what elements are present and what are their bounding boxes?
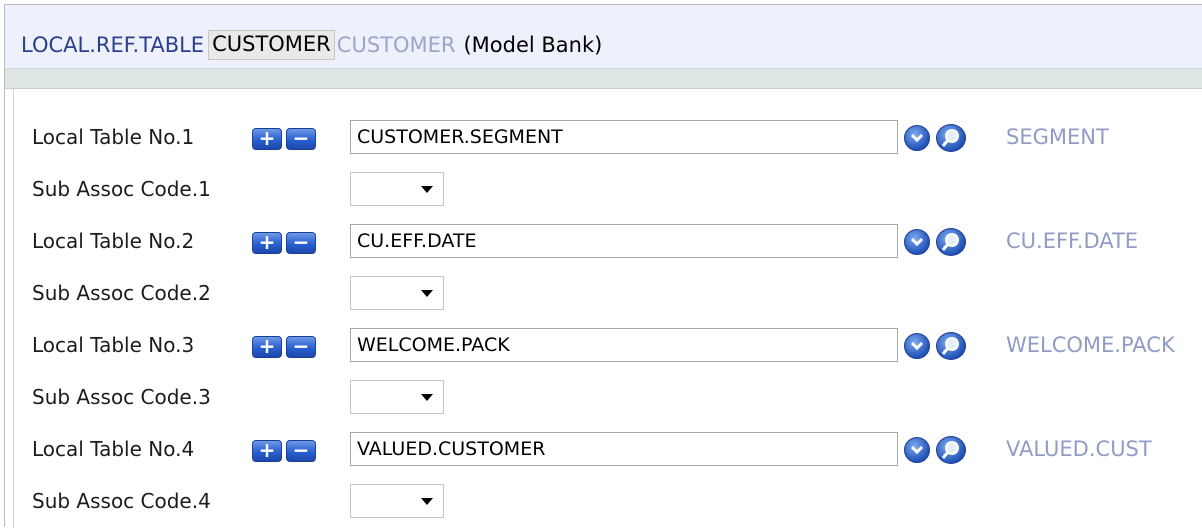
chevron-down-icon <box>421 498 433 505</box>
delete-multivalue-button-2[interactable]: − <box>286 232 316 254</box>
enrichment-text-4: VALUED.CUST <box>1006 437 1152 461</box>
magnifier-icon[interactable] <box>936 228 966 256</box>
chevron-down-icon[interactable] <box>904 229 930 255</box>
local-table-row-2: Local Table No.2 + − CU.EFF.DATE <box>14 222 1202 262</box>
delete-multivalue-button-3[interactable]: − <box>286 336 316 358</box>
sub-assoc-label-2: Sub Assoc Code.2 <box>32 281 211 305</box>
magnifier-icon[interactable] <box>936 436 966 464</box>
sub-assoc-label-1: Sub Assoc Code.1 <box>32 177 211 201</box>
sub-assoc-row-3: Sub Assoc Code.3 <box>14 378 1202 418</box>
sub-assoc-row-1: Sub Assoc Code.1 <box>14 170 1202 210</box>
local-table-row-4: Local Table No.4 + − VALUED.CUST <box>14 430 1202 470</box>
sub-assoc-select-4[interactable] <box>350 484 444 518</box>
sub-assoc-label-4: Sub Assoc Code.4 <box>32 489 211 513</box>
local-table-input-1[interactable] <box>350 120 898 154</box>
delete-multivalue-button-1[interactable]: − <box>286 128 316 150</box>
local-table-row-1: Local Table No.1 + − SEGMENT <box>14 118 1202 158</box>
form-body: Local Table No.1 + − SEGMENT Sub Assoc C… <box>13 89 1202 528</box>
page-title: LOCAL.REF.TABLE CUSTOMER CUSTOMER (Model… <box>21 30 602 60</box>
local-table-row-3: Local Table No.3 + − WELCOME.PACK <box>14 326 1202 366</box>
local-table-label-3: Local Table No.3 <box>32 333 195 357</box>
sub-assoc-row-2: Sub Assoc Code.2 <box>14 274 1202 314</box>
local-table-input-3[interactable] <box>350 328 898 362</box>
expand-multivalue-button-4[interactable]: + <box>252 440 282 462</box>
application-name: LOCAL.REF.TABLE <box>21 33 205 57</box>
local-table-label-1: Local Table No.1 <box>32 125 195 149</box>
magnifier-icon[interactable] <box>936 124 966 152</box>
sub-assoc-label-3: Sub Assoc Code.3 <box>32 385 211 409</box>
chevron-down-icon[interactable] <box>904 125 930 151</box>
expand-multivalue-button-1[interactable]: + <box>252 128 282 150</box>
chevron-down-icon[interactable] <box>904 437 930 463</box>
record-id: CUSTOMER <box>208 30 335 60</box>
page-header: LOCAL.REF.TABLE CUSTOMER CUSTOMER (Model… <box>5 5 1202 69</box>
local-table-label-2: Local Table No.2 <box>32 229 195 253</box>
sub-assoc-select-2[interactable] <box>350 276 444 310</box>
enrichment-text-1: SEGMENT <box>1006 125 1109 149</box>
sub-assoc-row-4: Sub Assoc Code.4 <box>14 482 1202 522</box>
header-divider-strip <box>5 69 1202 89</box>
magnifier-icon[interactable] <box>936 332 966 360</box>
company-name: (Model Bank) <box>463 33 603 57</box>
enrichment-text-2: CU.EFF.DATE <box>1006 229 1139 253</box>
local-table-input-4[interactable] <box>350 432 898 466</box>
local-table-label-4: Local Table No.4 <box>32 437 195 461</box>
chevron-down-icon[interactable] <box>904 333 930 359</box>
application-window: LOCAL.REF.TABLE CUSTOMER CUSTOMER (Model… <box>4 4 1202 528</box>
chevron-down-icon <box>421 394 433 401</box>
sub-assoc-select-3[interactable] <box>350 380 444 414</box>
local-table-input-2[interactable] <box>350 224 898 258</box>
expand-multivalue-button-3[interactable]: + <box>252 336 282 358</box>
sub-assoc-select-1[interactable] <box>350 172 444 206</box>
record-description: CUSTOMER <box>336 33 456 57</box>
delete-multivalue-button-4[interactable]: − <box>286 440 316 462</box>
enrichment-text-3: WELCOME.PACK <box>1006 333 1175 357</box>
chevron-down-icon <box>421 186 433 193</box>
expand-multivalue-button-2[interactable]: + <box>252 232 282 254</box>
chevron-down-icon <box>421 290 433 297</box>
